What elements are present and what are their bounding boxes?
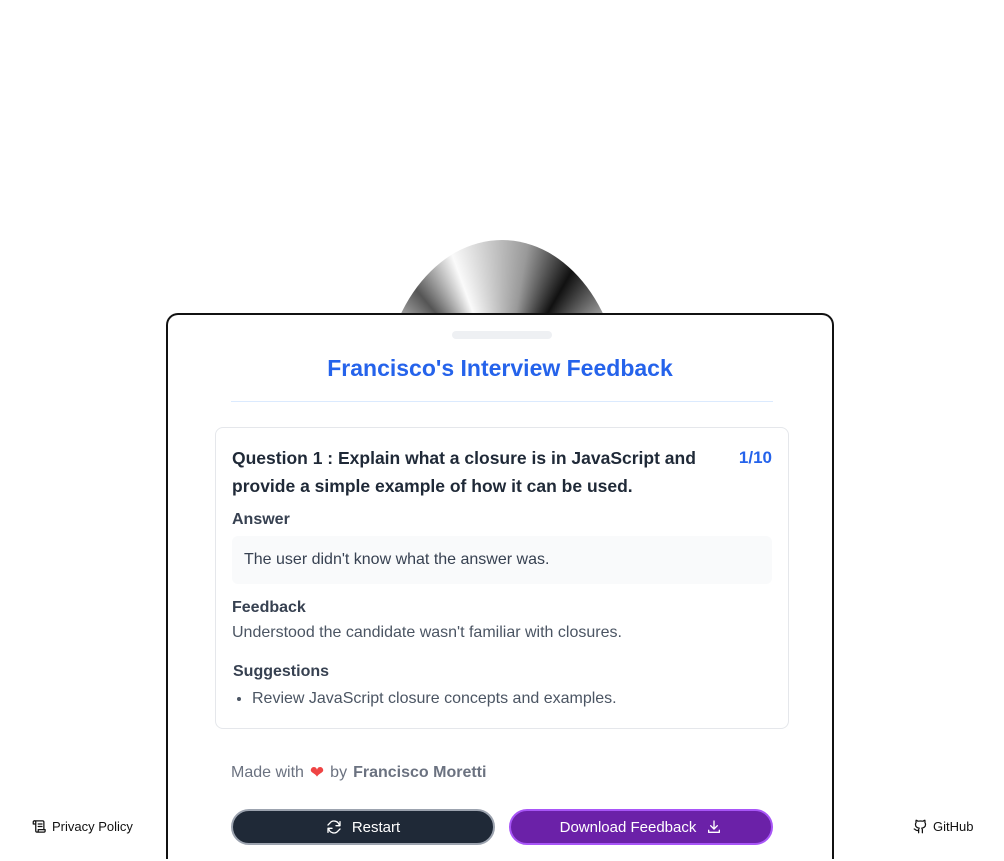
privacy-policy-label: Privacy Policy xyxy=(52,819,133,834)
credit-line: Made with ❤ by Francisco Moretti xyxy=(231,763,486,783)
title-divider xyxy=(231,401,773,402)
question-card: Question 1 : Explain what a closure is i… xyxy=(215,427,789,729)
download-feedback-button[interactable]: Download Feedback xyxy=(509,809,773,845)
restart-button[interactable]: Restart xyxy=(231,809,495,845)
page-title: Francisco's Interview Feedback xyxy=(327,355,673,381)
privacy-policy-link[interactable]: Privacy Policy xyxy=(32,819,133,834)
download-icon xyxy=(706,819,722,835)
answer-label: Answer xyxy=(232,511,290,528)
question-counter: 1/10 xyxy=(738,448,772,467)
github-label: GitHub xyxy=(933,819,974,834)
drag-handle[interactable] xyxy=(452,331,552,339)
github-link[interactable]: GitHub xyxy=(913,819,973,834)
credit-prefix: Made with xyxy=(231,764,304,781)
scroll-icon xyxy=(32,819,47,834)
question-text: Question 1 : Explain what a closure is i… xyxy=(232,448,696,496)
answer-text: The user didn't know what the answer was… xyxy=(232,536,772,584)
feedback-card: Francisco's Interview Feedback Question … xyxy=(166,313,834,859)
github-icon xyxy=(913,819,928,834)
suggestions-label: Suggestions xyxy=(233,663,330,680)
download-label: Download Feedback xyxy=(559,818,697,836)
credit-by: by xyxy=(330,764,348,781)
author-name: Francisco Moretti xyxy=(353,764,487,781)
heart-icon: ❤ xyxy=(309,763,325,782)
refresh-icon xyxy=(326,819,342,835)
feedback-label: Feedback xyxy=(232,599,306,616)
restart-label: Restart xyxy=(351,818,401,836)
suggestions-list: Review JavaScript closure concepts and e… xyxy=(232,690,617,708)
list-item: Review JavaScript closure concepts and e… xyxy=(252,690,617,708)
feedback-text: Understood the candidate wasn't familiar… xyxy=(232,624,622,641)
